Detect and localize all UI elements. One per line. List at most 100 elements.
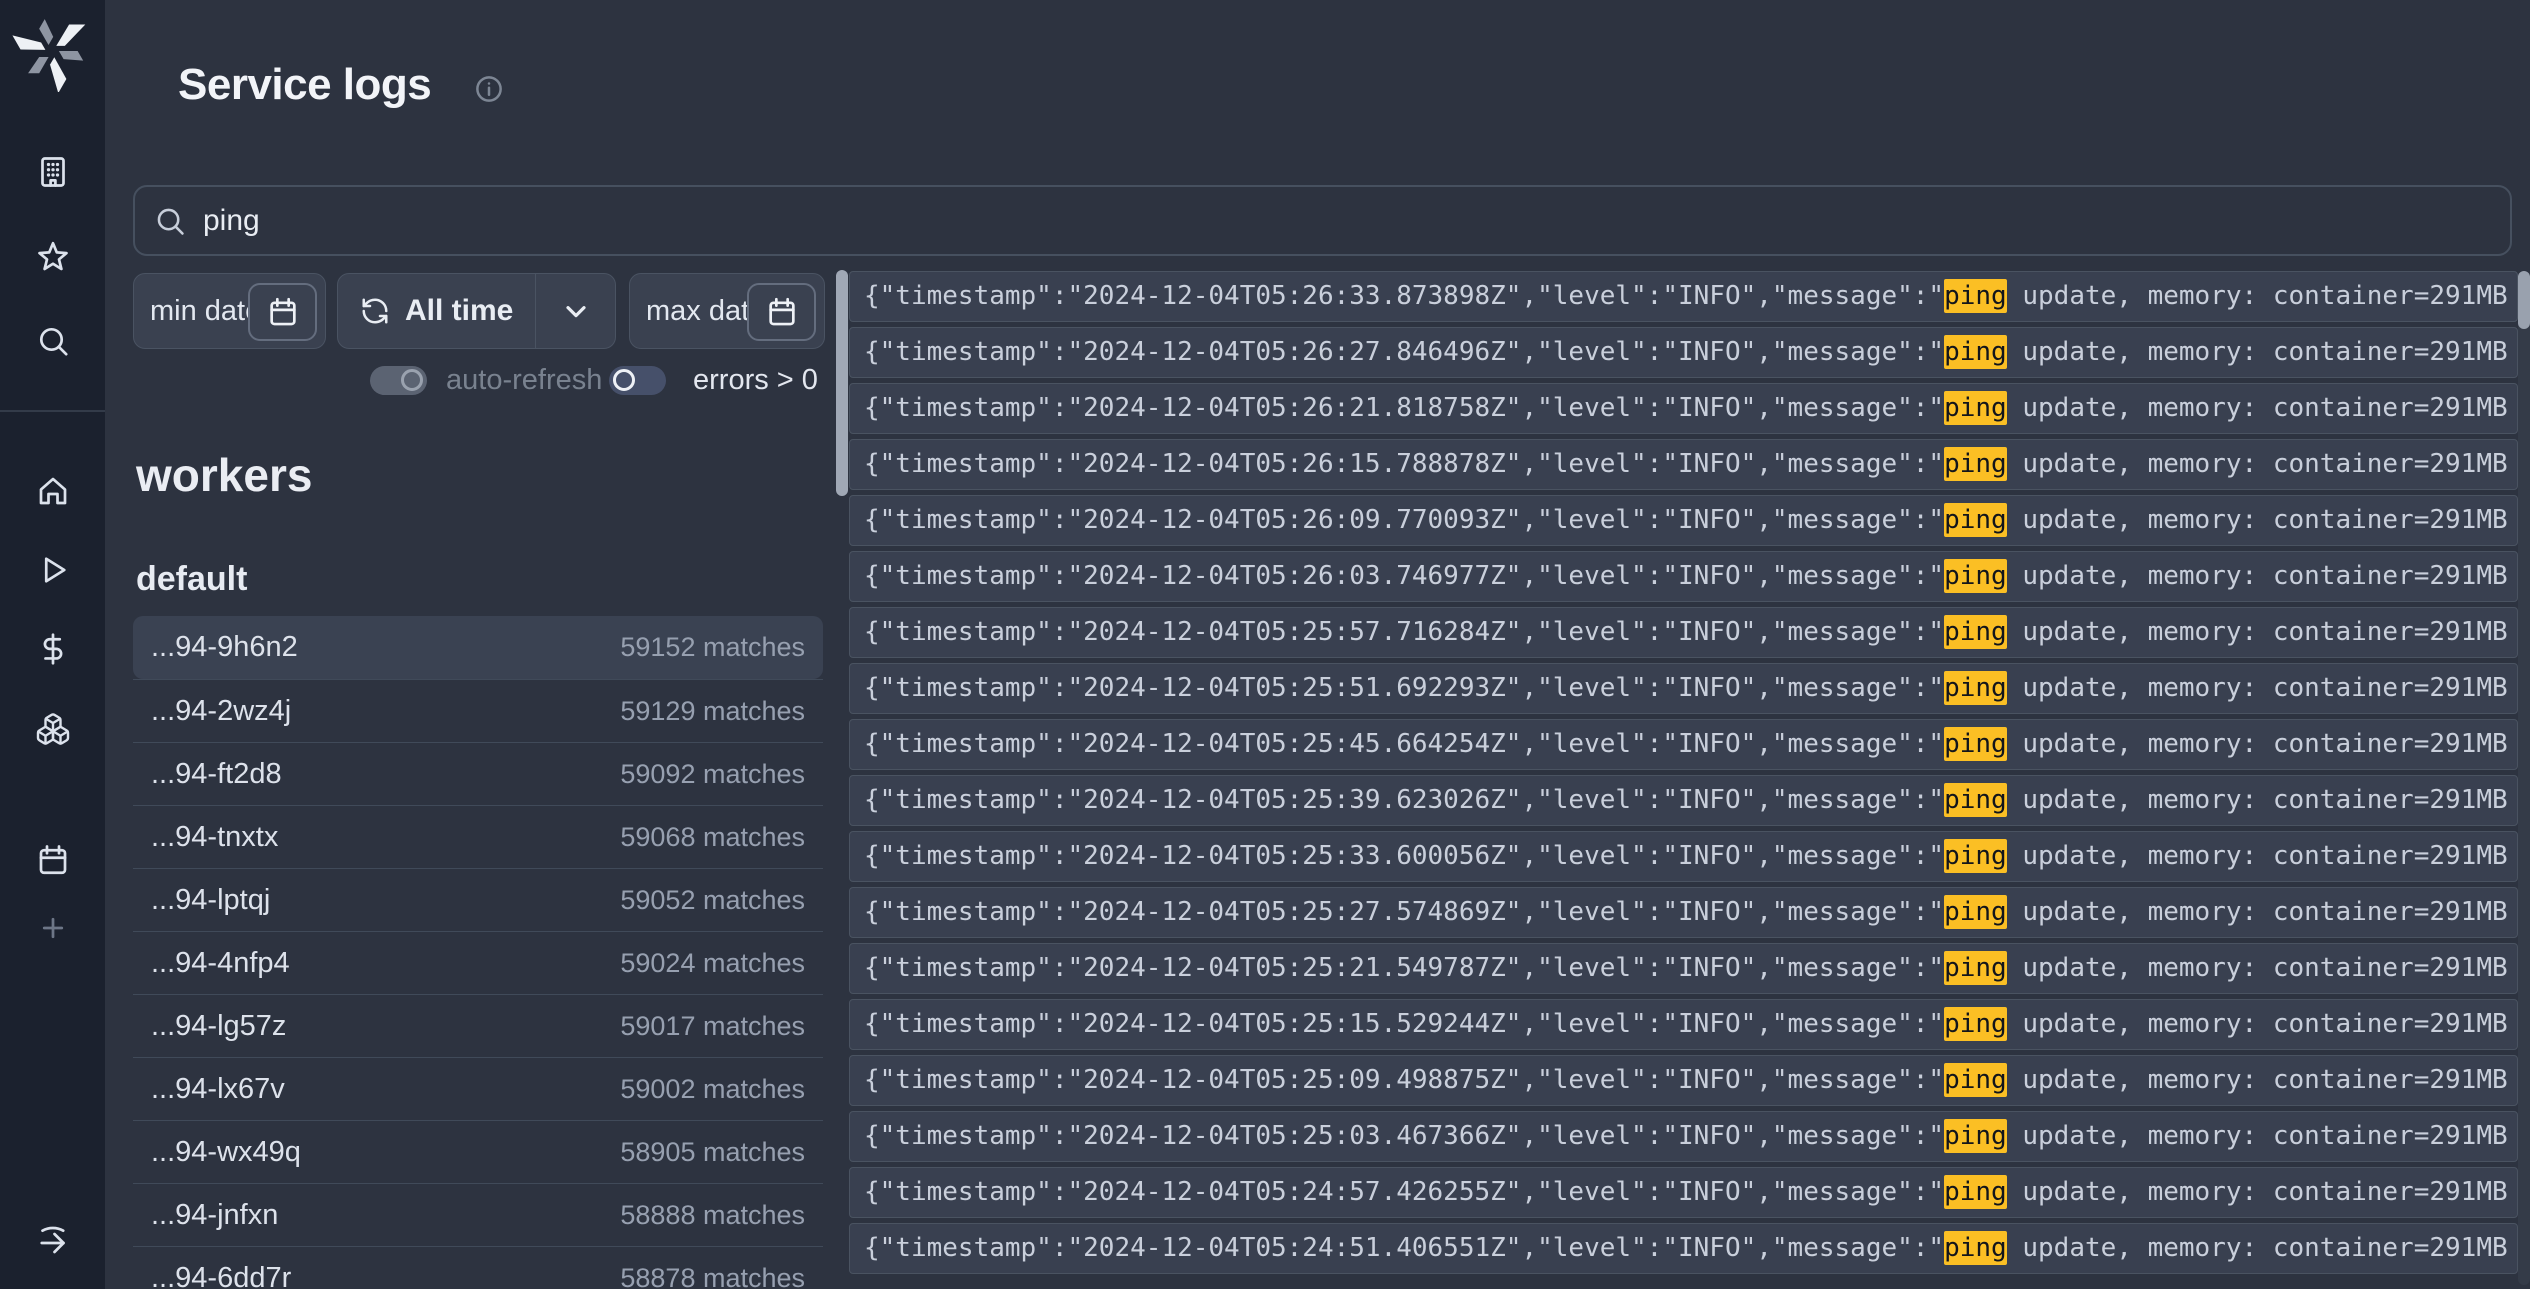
log-timestamp: 2024-12-04T05:25:39.623026Z xyxy=(1083,785,1506,815)
log-timestamp: 2024-12-04T05:25:33.600056Z xyxy=(1083,841,1506,871)
time-range-button[interactable]: All time xyxy=(338,274,535,348)
info-icon[interactable] xyxy=(474,74,504,109)
worker-match-count: 59017 matches xyxy=(620,1011,805,1042)
search-match-highlight: ping xyxy=(1944,671,2007,705)
worker-row[interactable]: ...94-tnxtx 59068 matches xyxy=(133,805,823,868)
search-match-highlight: ping xyxy=(1944,559,2007,593)
log-text: {"timestamp":"2024-12-04T05:26:15.788878… xyxy=(850,440,2517,488)
search-icon xyxy=(153,204,187,238)
log-line: {"timestamp":"2024-12-04T05:26:03.746977… xyxy=(849,551,2518,602)
sidebar-button-resources[interactable] xyxy=(0,711,105,747)
windmill-logo[interactable] xyxy=(11,10,93,92)
time-range-dropdown-button[interactable] xyxy=(536,274,615,348)
log-line: {"timestamp":"2024-12-04T05:25:03.467366… xyxy=(849,1111,2518,1162)
time-range-label: All time xyxy=(405,294,513,328)
play-icon xyxy=(35,552,71,588)
log-line: {"timestamp":"2024-12-04T05:25:33.600056… xyxy=(849,831,2518,882)
log-text: {"timestamp":"2024-12-04T05:25:45.664254… xyxy=(850,720,2517,768)
sidebar-button-search[interactable] xyxy=(0,323,105,359)
log-line: {"timestamp":"2024-12-04T05:25:09.498875… xyxy=(849,1055,2518,1106)
worker-row[interactable]: ...94-lg57z 59017 matches xyxy=(133,994,823,1057)
windmill-logo-icon xyxy=(11,10,93,92)
sidebar-button-home[interactable] xyxy=(0,473,105,509)
search-match-highlight: ping xyxy=(1944,1007,2007,1041)
log-scrollbar[interactable] xyxy=(2518,271,2530,329)
log-line: {"timestamp":"2024-12-04T05:26:15.788878… xyxy=(849,439,2518,490)
sidebar-button-runs[interactable] xyxy=(0,552,105,588)
log-timestamp: 2024-12-04T05:26:09.770093Z xyxy=(1083,505,1506,535)
log-timestamp: 2024-12-04T05:25:21.549787Z xyxy=(1083,953,1506,983)
log-timestamp: 2024-12-04T05:26:27.846496Z xyxy=(1083,337,1506,367)
search-match-highlight: ping xyxy=(1944,391,2007,425)
log-timestamp: 2024-12-04T05:25:51.692293Z xyxy=(1083,673,1506,703)
search-match-highlight: ping xyxy=(1944,503,2007,537)
worker-row[interactable]: ...94-9h6n259152 matches xyxy=(133,616,823,679)
expand-sidebar-arrow-icon xyxy=(35,1222,71,1258)
log-scrollbar-track xyxy=(2518,271,2530,1285)
page-title: Service logs xyxy=(178,60,431,110)
worker-name: ...94-4nfp4 xyxy=(151,947,290,980)
log-timestamp: 2024-12-04T05:25:27.574869Z xyxy=(1083,897,1506,927)
boxes-icon xyxy=(35,711,71,747)
min-date-calendar-button[interactable] xyxy=(248,283,317,341)
search-match-highlight: ping xyxy=(1944,335,2007,369)
log-line: {"timestamp":"2024-12-04T05:25:57.716284… xyxy=(849,607,2518,658)
log-timestamp: 2024-12-04T05:26:21.818758Z xyxy=(1083,393,1506,423)
log-text: {"timestamp":"2024-12-04T05:26:09.770093… xyxy=(850,496,2517,544)
toggle-knob xyxy=(401,369,423,391)
worker-row[interactable]: ...94-wx49q 58905 matches xyxy=(133,1120,823,1183)
log-text: {"timestamp":"2024-12-04T05:25:51.692293… xyxy=(850,664,2517,712)
log-timestamp: 2024-12-04T05:25:15.529244Z xyxy=(1083,1009,1506,1039)
worker-name: ...94-2wz4j xyxy=(151,695,291,728)
worker-row[interactable]: ...94-6dd7r58878 matches xyxy=(133,1246,823,1289)
sidebar-button-workspace[interactable] xyxy=(0,154,105,190)
log-timestamp: 2024-12-04T05:26:03.746977Z xyxy=(1083,561,1506,591)
workers-heading: workers xyxy=(136,448,312,502)
worker-name: ...94-lg57z xyxy=(151,1010,286,1043)
search-match-highlight: ping xyxy=(1944,951,2007,985)
sidebar-button-favorites[interactable] xyxy=(0,239,105,275)
log-timestamp: 2024-12-04T05:26:33.873898Z xyxy=(1083,281,1506,311)
max-date-field xyxy=(629,273,825,349)
max-date-calendar-button[interactable] xyxy=(747,283,816,341)
log-text: {"timestamp":"2024-12-04T05:25:39.623026… xyxy=(850,776,2517,824)
worker-match-count: 59152 matches xyxy=(620,632,805,663)
worker-name: ...94-ft2d8 xyxy=(151,758,282,791)
log-list[interactable]: {"timestamp":"2024-12-04T05:26:33.873898… xyxy=(849,271,2518,1289)
errors-filter-toggle[interactable] xyxy=(609,366,666,395)
worker-name: ...94-tnxtx xyxy=(151,821,278,854)
search-match-highlight: ping xyxy=(1944,615,2007,649)
log-text: {"timestamp":"2024-12-04T05:24:51.406551… xyxy=(850,1224,2517,1272)
worker-match-count: 59024 matches xyxy=(620,948,805,979)
auto-refresh-toggle[interactable] xyxy=(370,366,427,395)
errors-filter-label: errors > 0 xyxy=(693,366,818,395)
search-match-highlight: ping xyxy=(1944,1119,2007,1153)
log-line: {"timestamp":"2024-12-04T05:25:45.664254… xyxy=(849,719,2518,770)
calendar-icon xyxy=(266,295,300,329)
search-match-highlight: ping xyxy=(1944,727,2007,761)
worker-row[interactable]: ...94-lx67v59002 matches xyxy=(133,1057,823,1120)
log-text: {"timestamp":"2024-12-04T05:25:57.716284… xyxy=(850,608,2517,656)
worker-match-count: 59092 matches xyxy=(620,759,805,790)
worker-row[interactable]: ...94-ft2d8 59092 matches xyxy=(133,742,823,805)
worker-name: ...94-wx49q xyxy=(151,1136,301,1169)
log-line: {"timestamp":"2024-12-04T05:25:27.574869… xyxy=(849,887,2518,938)
worker-row[interactable]: ...94-lptqj59052 matches xyxy=(133,868,823,931)
worker-row[interactable]: ...94-4nfp4 59024 matches xyxy=(133,931,823,994)
log-timestamp: 2024-12-04T05:24:57.426255Z xyxy=(1083,1177,1506,1207)
sidebar-button-expand[interactable] xyxy=(0,1222,105,1258)
sidebar-button-variables[interactable] xyxy=(0,631,105,667)
search-input[interactable] xyxy=(203,204,2492,238)
sidebar-button-schedules[interactable] xyxy=(0,842,105,878)
sidebar xyxy=(0,0,105,1289)
plus-icon xyxy=(38,913,68,943)
sidebar-button-add[interactable] xyxy=(0,913,105,943)
worker-row[interactable]: ...94-jnfxn58888 matches xyxy=(133,1183,823,1246)
worker-name: ...94-lptqj xyxy=(151,884,270,917)
worker-match-count: 58905 matches xyxy=(620,1137,805,1168)
toggle-knob xyxy=(613,369,635,391)
search-match-highlight: ping xyxy=(1944,1231,2007,1265)
worker-row[interactable]: ...94-2wz4j59129 matches xyxy=(133,679,823,742)
worker-match-count: 59068 matches xyxy=(620,822,805,853)
left-panel-scrollbar[interactable] xyxy=(836,270,848,496)
